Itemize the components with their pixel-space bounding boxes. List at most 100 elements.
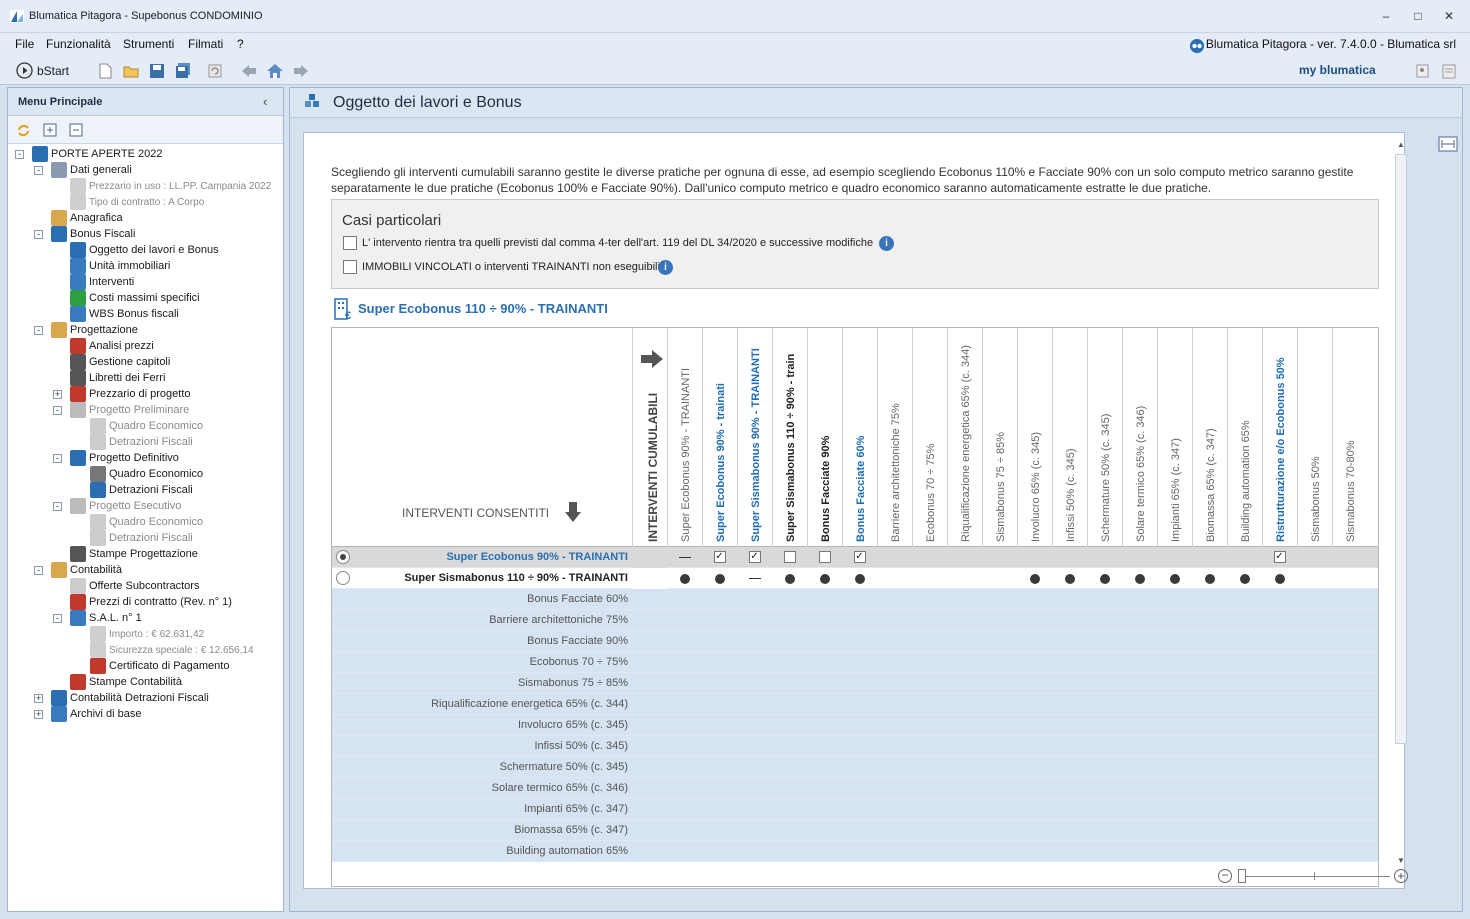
tree-item[interactable]: Dati generali <box>51 162 132 178</box>
collapse-node-icon[interactable]: - <box>53 614 62 623</box>
collapse-panel-icon[interactable]: ‹ <box>263 94 267 109</box>
menu-filmati[interactable]: Filmati <box>188 37 223 51</box>
tree-item[interactable]: Prezzario di progetto <box>70 386 191 402</box>
info-icon[interactable]: i <box>658 260 673 275</box>
table-row[interactable]: Biomassa 65% (c. 347) <box>332 820 1378 841</box>
row-radio-button[interactable] <box>336 571 350 585</box>
immobili-vincolati-checkbox[interactable] <box>343 260 357 274</box>
collapse-node-icon[interactable]: - <box>34 166 43 175</box>
column-header[interactable]: Super Ecobonus 90% - trainati <box>702 328 737 547</box>
menu-help[interactable]: ? <box>237 37 244 51</box>
scroll-down-icon[interactable]: ▼ <box>1397 856 1405 865</box>
forward-arrow-icon[interactable] <box>292 62 310 80</box>
table-row[interactable]: Ecobonus 70 ÷ 75% <box>332 652 1378 673</box>
menu-funzionalita[interactable]: Funzionalità <box>46 37 111 51</box>
tree-item[interactable]: Prezzario in uso : LL.PP. Campania 2022 <box>70 178 271 194</box>
back-arrow-icon[interactable] <box>240 62 258 80</box>
checked-checkbox[interactable]: ✓ <box>748 551 761 563</box>
restore-button[interactable]: □ <box>1409 8 1427 24</box>
column-header[interactable]: Solare termico 65% (c. 346) <box>1122 328 1157 547</box>
tree-item[interactable]: Stampe Contabilità <box>70 674 182 690</box>
notes-icon[interactable] <box>1440 62 1458 80</box>
zoom-out-icon[interactable]: − <box>1218 869 1232 883</box>
sync-icon[interactable] <box>16 123 31 138</box>
table-row[interactable]: Involucro 65% (c. 345) <box>332 715 1378 736</box>
table-row[interactable]: Super Sismabonus 110 ÷ 90% - TRAINANTI <box>332 568 1378 589</box>
fit-width-icon[interactable] <box>1438 135 1458 153</box>
expand-node-icon[interactable]: + <box>34 694 43 703</box>
tree-item[interactable]: Progetto Definitivo <box>70 450 179 466</box>
tree-item[interactable]: Oggetto dei lavori e Bonus <box>70 242 219 258</box>
available-dot[interactable] <box>1029 574 1040 584</box>
tree-item[interactable]: Tipo di contratto : A Corpo <box>70 194 204 210</box>
available-dot[interactable] <box>819 574 830 584</box>
close-button[interactable]: ✕ <box>1440 8 1458 24</box>
table-row[interactable]: Schermature 50% (c. 345) <box>332 757 1378 778</box>
column-header[interactable]: Infissi 50% (c. 345) <box>1052 328 1087 547</box>
tree-item[interactable]: Certificato di Pagamento <box>90 658 229 674</box>
available-dot[interactable] <box>679 574 690 584</box>
tree-item[interactable]: Progetto Preliminare <box>70 402 189 418</box>
tree-item[interactable]: Gestione capitoli <box>70 354 170 370</box>
table-row[interactable]: Impianti 65% (c. 347) <box>332 799 1378 820</box>
expand-node-icon[interactable]: + <box>34 710 43 719</box>
tree-item[interactable]: Offerte Subcontractors <box>70 578 199 594</box>
table-row[interactable]: Infissi 50% (c. 345) <box>332 736 1378 757</box>
available-dot[interactable] <box>854 574 865 584</box>
checked-checkbox[interactable]: ✓ <box>1273 551 1286 563</box>
menu-strumenti[interactable]: Strumenti <box>123 37 174 51</box>
tree-item[interactable]: PORTE APERTE 2022 <box>32 146 162 162</box>
tree-item[interactable]: Progetto Esecutivo <box>70 498 181 514</box>
available-dot[interactable] <box>1134 574 1145 584</box>
column-header[interactable]: Sismabonus 70-80% <box>1332 328 1367 547</box>
info-icon[interactable]: i <box>879 236 894 251</box>
column-header[interactable]: Super Sismabonus 110 ÷ 90% - train <box>772 328 807 547</box>
collapse-node-icon[interactable]: - <box>34 326 43 335</box>
column-header[interactable]: Sismabonus 75 ÷ 85% <box>982 328 1017 547</box>
column-header[interactable]: Schermature 50% (c. 345) <box>1087 328 1122 547</box>
row-radio-button[interactable] <box>336 550 350 564</box>
myblumatica-link[interactable]: my blumatica <box>1299 63 1376 77</box>
available-dot[interactable] <box>1169 574 1180 584</box>
collapse-node-icon[interactable]: - <box>34 230 43 239</box>
column-header[interactable]: Bonus Facciate 90% <box>807 328 842 547</box>
column-header[interactable]: Biomassa 65% (c. 347) <box>1192 328 1227 547</box>
tree-item[interactable]: S.A.L. n° 1 <box>70 610 142 626</box>
table-row[interactable]: Bonus Facciate 90% <box>332 631 1378 652</box>
save-icon[interactable] <box>148 62 166 80</box>
column-header[interactable]: Impianti 65% (c. 347) <box>1157 328 1192 547</box>
empty-checkbox[interactable] <box>783 551 796 563</box>
bstart-button[interactable]: bStart <box>16 62 69 79</box>
zoom-slider[interactable]: − + <box>1218 868 1410 886</box>
tree-item[interactable]: Analisi prezzi <box>70 338 154 354</box>
tree-item[interactable]: Sicurezza speciale : € 12.656,14 <box>90 642 254 658</box>
tree-item[interactable]: Bonus Fiscali <box>51 226 135 242</box>
table-row[interactable]: Sismabonus 75 ÷ 85% <box>332 673 1378 694</box>
collapse-node-icon[interactable]: - <box>15 150 24 159</box>
table-row[interactable]: Riqualificazione energetica 65% (c. 344) <box>332 694 1378 715</box>
column-header[interactable]: Building automation 65% <box>1227 328 1262 547</box>
minimize-button[interactable]: – <box>1377 8 1395 24</box>
table-row[interactable]: Building automation 65% <box>332 841 1378 862</box>
available-dot[interactable] <box>1204 574 1215 584</box>
vertical-scrollbar[interactable]: ▲ ▼ <box>1394 138 1408 890</box>
available-dot[interactable] <box>1274 574 1285 584</box>
zoom-in-icon[interactable]: + <box>1394 869 1408 883</box>
new-file-icon[interactable] <box>96 62 114 80</box>
tree-item[interactable]: Contabilità <box>51 562 122 578</box>
tree-item[interactable]: Unità immobiliari <box>70 258 170 274</box>
collapse-all-icon[interactable] <box>69 123 83 137</box>
tree-item[interactable]: Costi massimi specifici <box>70 290 200 306</box>
scroll-up-icon[interactable]: ▲ <box>1397 140 1405 149</box>
collapse-node-icon[interactable]: - <box>53 406 62 415</box>
available-dot[interactable] <box>714 574 725 584</box>
expand-node-icon[interactable]: + <box>53 390 62 399</box>
tree-item[interactable]: Detrazioni Fiscali <box>90 530 193 546</box>
empty-checkbox[interactable] <box>818 551 831 563</box>
checked-checkbox[interactable]: ✓ <box>713 551 726 563</box>
tree-item[interactable]: Importo : € 62.631,42 <box>90 626 204 642</box>
tree-item[interactable]: Progettazione <box>51 322 138 338</box>
table-row[interactable]: Barriere architettoniche 75% <box>332 610 1378 631</box>
checked-checkbox[interactable]: ✓ <box>853 551 866 563</box>
available-dot[interactable] <box>1099 574 1110 584</box>
